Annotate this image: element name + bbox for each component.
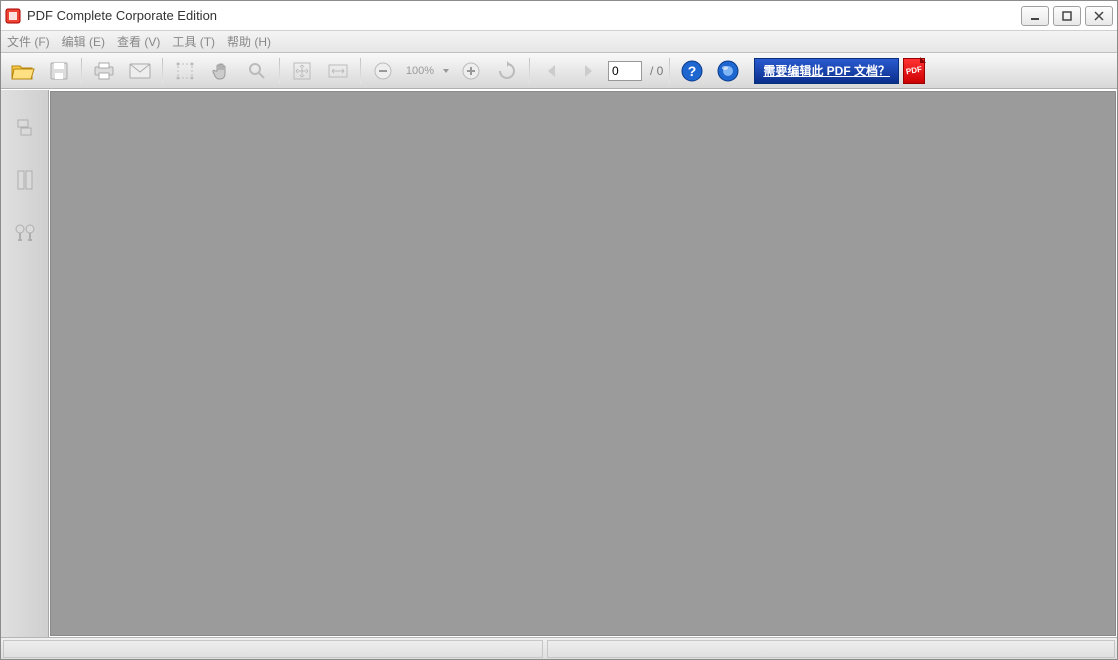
status-cell-right xyxy=(547,640,1115,658)
open-button[interactable] xyxy=(7,56,39,86)
close-button[interactable] xyxy=(1085,6,1113,26)
rotate-button[interactable] xyxy=(491,56,523,86)
fit-page-button[interactable] xyxy=(286,56,318,86)
print-button[interactable] xyxy=(88,56,120,86)
statusbar xyxy=(1,637,1117,659)
toolbar-separator xyxy=(669,58,670,84)
page-number-input[interactable] xyxy=(608,61,642,81)
app-icon xyxy=(5,8,21,24)
promo-banner[interactable]: 需要编辑此 PDF 文档？ xyxy=(754,58,899,84)
toolbar-separator xyxy=(360,58,361,84)
zoom-group: 100% xyxy=(367,56,523,86)
svg-text:?: ? xyxy=(688,63,697,79)
toolbar-separator xyxy=(529,58,530,84)
zoom-level-label: 100% xyxy=(403,65,437,77)
minimize-button[interactable] xyxy=(1021,6,1049,26)
promo-pdf-icon[interactable]: PDF xyxy=(903,58,925,84)
hand-tool-button[interactable] xyxy=(205,56,237,86)
document-canvas[interactable] xyxy=(50,91,1116,636)
zoom-tool-button[interactable] xyxy=(241,56,273,86)
content-area xyxy=(1,89,1117,637)
window-controls xyxy=(1021,6,1113,26)
titlebar: PDF Complete Corporate Edition xyxy=(1,1,1117,31)
menu-tools[interactable]: 工具 (T) xyxy=(172,33,215,50)
window-title: PDF Complete Corporate Edition xyxy=(27,8,1021,23)
app-window: PDF Complete Corporate Edition 文件 (F) 编辑… xyxy=(0,0,1118,660)
promo-text: 需要编辑此 PDF 文档？ xyxy=(763,62,890,79)
search-panel-button[interactable] xyxy=(13,220,37,244)
prev-page-button[interactable] xyxy=(536,56,568,86)
save-button[interactable] xyxy=(43,56,75,86)
zoom-in-button[interactable] xyxy=(455,56,487,86)
zoom-out-button[interactable] xyxy=(367,56,399,86)
zoom-dropdown[interactable] xyxy=(441,67,451,75)
sidebar xyxy=(1,90,49,637)
next-page-button[interactable] xyxy=(572,56,604,86)
menu-file[interactable]: 文件 (F) xyxy=(7,33,50,50)
help-button[interactable]: ? xyxy=(676,56,708,86)
menu-view[interactable]: 查看 (V) xyxy=(117,33,160,50)
menubar: 文件 (F) 编辑 (E) 查看 (V) 工具 (T) 帮助 (H) xyxy=(1,31,1117,53)
email-button[interactable] xyxy=(124,56,156,86)
select-tool-button[interactable] xyxy=(169,56,201,86)
page-total-label: / 0 xyxy=(650,64,663,78)
menu-help[interactable]: 帮助 (H) xyxy=(227,33,271,50)
status-cell-left xyxy=(3,640,543,658)
toolbar: 100% / 0 ? 需要编辑此 PDF 文档？ xyxy=(1,53,1117,89)
menu-edit[interactable]: 编辑 (E) xyxy=(62,33,105,50)
toolbar-separator xyxy=(162,58,163,84)
thumbnails-panel-button[interactable] xyxy=(13,116,37,140)
bookmarks-panel-button[interactable] xyxy=(13,168,37,192)
toolbar-separator xyxy=(81,58,82,84)
about-button[interactable] xyxy=(712,56,744,86)
maximize-button[interactable] xyxy=(1053,6,1081,26)
fit-width-button[interactable] xyxy=(322,56,354,86)
toolbar-separator xyxy=(279,58,280,84)
